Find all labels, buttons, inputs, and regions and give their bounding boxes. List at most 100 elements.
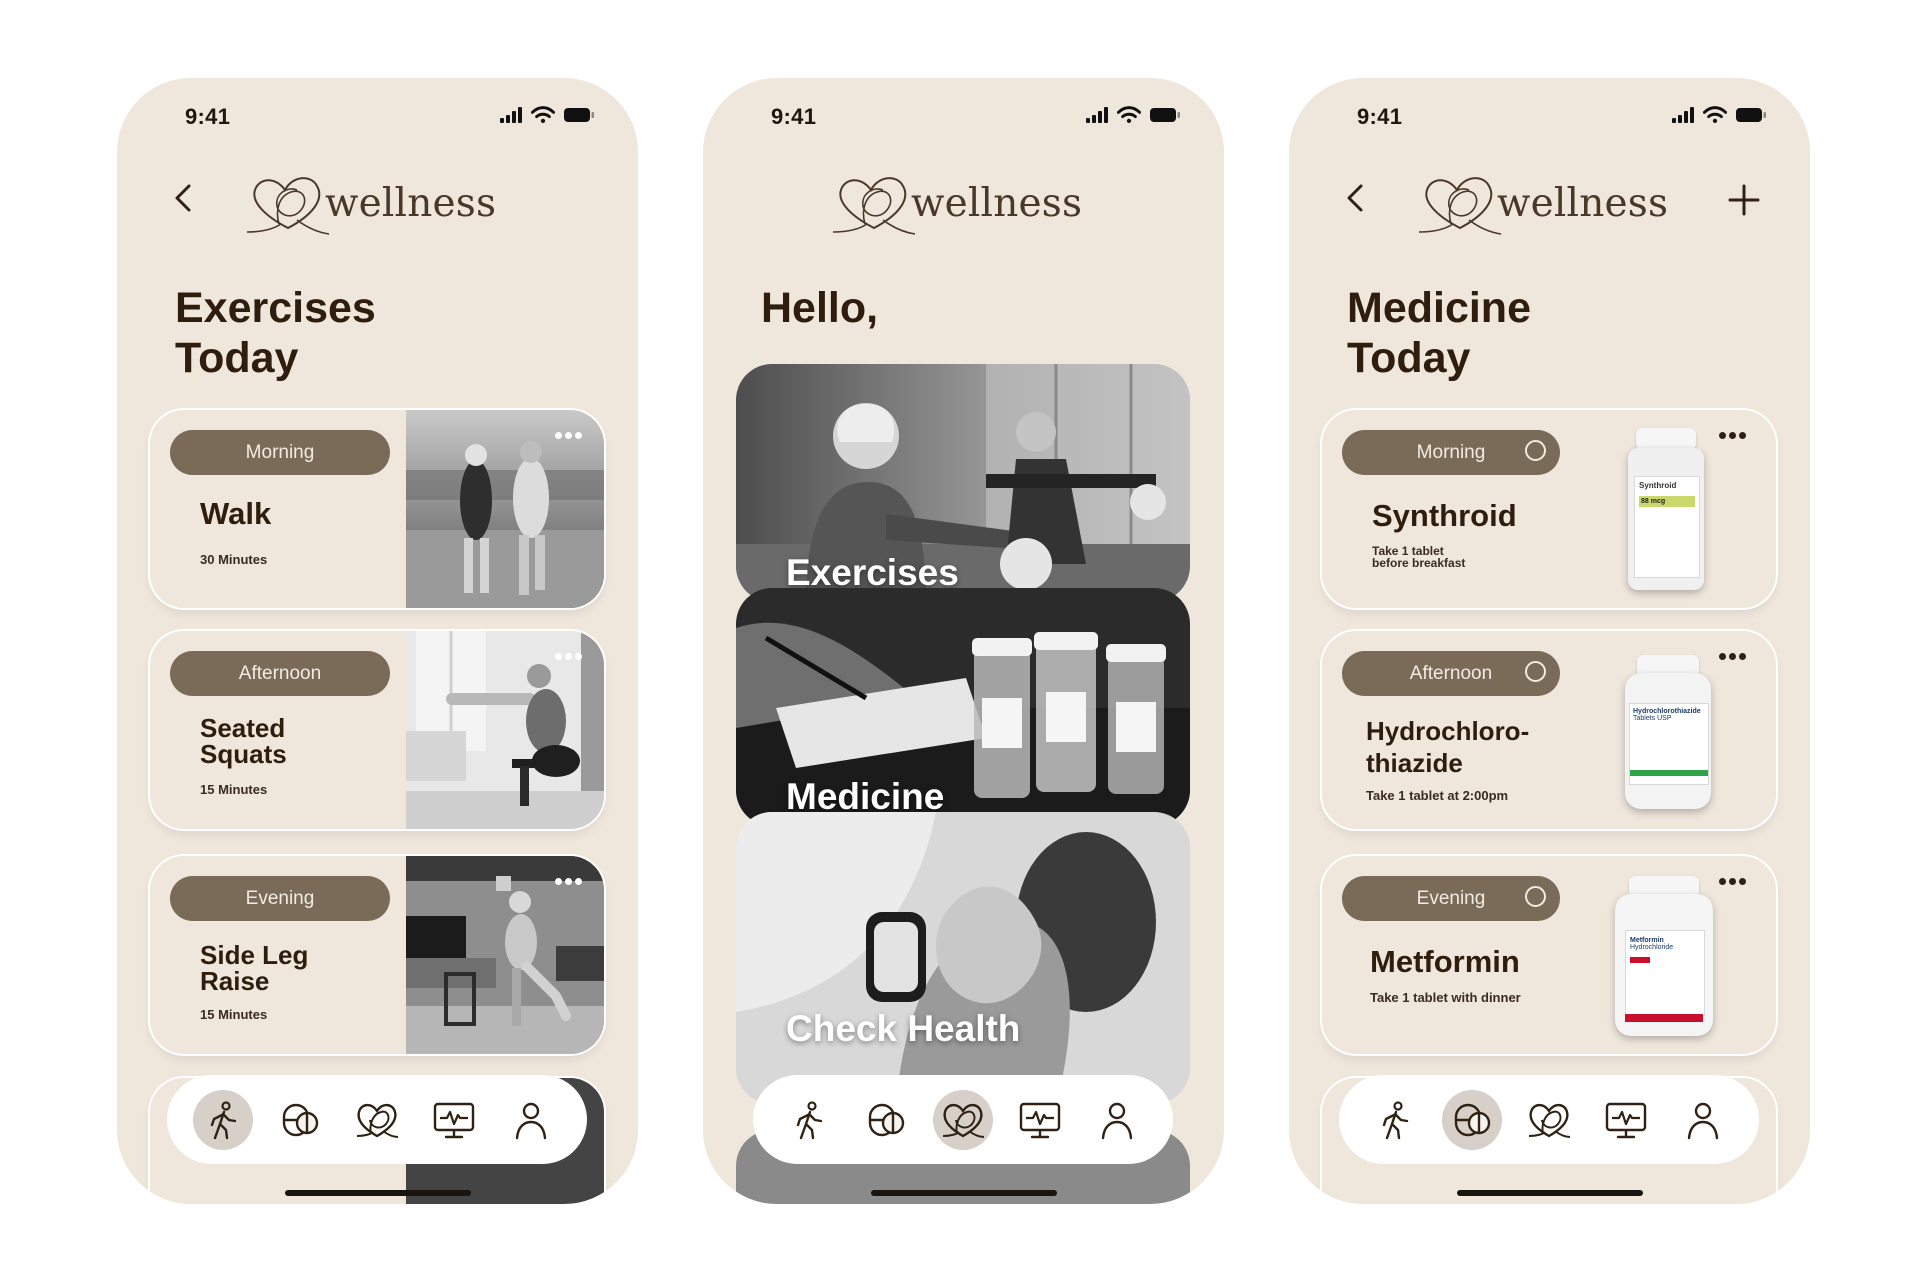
more-options-button[interactable] <box>555 653 582 660</box>
back-button[interactable] <box>1337 178 1377 218</box>
heart-wellness-icon <box>355 1100 399 1140</box>
heart-wellness-icon <box>941 1100 985 1140</box>
side-leg-raise-photo <box>406 856 604 1054</box>
tile-medicine[interactable]: Medicine <box>736 588 1190 826</box>
period-label: Morning <box>245 441 315 463</box>
hydrochlorothiazide-bottle-image: Hydrochlorothiazide Tablets USP <box>1625 655 1711 809</box>
nav-home[interactable] <box>1519 1090 1579 1150</box>
check-health-tile-photo <box>736 812 1190 1104</box>
status-icons <box>498 106 596 123</box>
nav-medicine[interactable] <box>1442 1089 1503 1150</box>
chevron-left-icon <box>175 184 191 212</box>
page-title: Exercises Today <box>175 283 376 383</box>
home-indicator[interactable] <box>1457 1190 1643 1196</box>
more-options-button[interactable] <box>1719 878 1746 885</box>
medicine-instructions: Take 1 tablet with dinner <box>1370 990 1521 1005</box>
logo-text: wellness <box>1497 180 1669 226</box>
bottle-label-text: Synthroid <box>1639 481 1677 490</box>
more-options-button[interactable] <box>1719 432 1746 439</box>
heart-logo-icon <box>1417 170 1503 240</box>
wellness-logo: wellness <box>831 170 1082 240</box>
nav-profile[interactable] <box>501 1090 561 1150</box>
nav-check-health[interactable] <box>424 1090 484 1150</box>
nav-profile[interactable] <box>1087 1090 1147 1150</box>
tile-exercises[interactable]: Exercises <box>736 364 1190 602</box>
synthroid-bottle-image: Synthroid 88 mcg <box>1628 428 1704 590</box>
medicine-title-line: Synthroid <box>1372 498 1517 533</box>
metformin-bottle-image: Metformin Hydrochloride <box>1615 876 1713 1036</box>
heart-monitor-icon <box>432 1100 476 1140</box>
exercise-title-line: Raise <box>200 966 270 996</box>
period-label: Evening <box>245 887 315 909</box>
logo-text: wellness <box>325 180 497 226</box>
medicine-title-line: Metformin <box>1370 944 1520 979</box>
exercise-title-line: Squats <box>200 739 287 769</box>
heart-wellness-icon <box>1527 1100 1571 1140</box>
nav-medicine[interactable] <box>270 1090 330 1150</box>
battery-icon <box>1734 107 1768 123</box>
heart-monitor-icon <box>1018 1100 1062 1140</box>
exercise-duration: 15 Minutes <box>200 782 268 797</box>
status-icons <box>1084 106 1182 123</box>
tile-check-health[interactable]: Check Health <box>736 812 1190 1104</box>
exercise-card-side-leg-raise[interactable]: Evening Side Leg Raise 15 Minutes <box>150 856 604 1054</box>
period-pill: Evening <box>1342 876 1560 921</box>
pill-capsules-icon <box>1452 1100 1492 1140</box>
period-pill: Morning <box>170 430 390 475</box>
wellness-logo: wellness <box>1417 170 1668 240</box>
nav-home[interactable] <box>347 1090 407 1150</box>
medicine-card-hydrochlorothiazide[interactable]: Afternoon Hydrochloro-thiazide Take 1 ta… <box>1322 631 1776 829</box>
back-button[interactable] <box>165 178 205 218</box>
tile-label: Check Health <box>786 1008 1021 1049</box>
add-medicine-button[interactable] <box>1724 180 1764 220</box>
period-label: Afternoon <box>238 662 322 684</box>
home-indicator[interactable] <box>285 1190 471 1196</box>
pill-capsules-icon <box>280 1100 320 1140</box>
walking-person-icon <box>1375 1100 1415 1140</box>
taken-checkbox[interactable] <box>1525 440 1546 461</box>
period-label: Afternoon <box>1409 662 1493 684</box>
exercise-title-line: Walk <box>200 496 272 531</box>
medicine-card-synthroid[interactable]: Morning Synthroid Take 1 tablet before br… <box>1322 410 1776 608</box>
medicine-instructions: Take 1 tablet at 2:00pm <box>1366 788 1509 803</box>
home-indicator[interactable] <box>871 1190 1057 1196</box>
nav-check-health[interactable] <box>1596 1090 1656 1150</box>
exercise-card-walk[interactable]: Morning Walk 30 Minutes <box>150 410 604 608</box>
phone-home-screen: 9:41 wellness Hello, Exercises Medicine … <box>703 78 1224 1204</box>
nav-profile[interactable] <box>1673 1090 1733 1150</box>
bottom-nav <box>753 1075 1173 1164</box>
page-title-line-2: Today <box>1347 334 1471 382</box>
page-title-line-1: Exercises <box>175 284 376 332</box>
logo-text: wellness <box>911 180 1083 226</box>
more-options-button[interactable] <box>555 878 582 885</box>
taken-checkbox[interactable] <box>1525 886 1546 907</box>
bottle-label-text: 88 mcg <box>1639 496 1695 507</box>
battery-icon <box>562 107 596 123</box>
nav-exercises[interactable] <box>1365 1090 1425 1150</box>
exercise-card-seated-squats[interactable]: Afternoon Seated Squats 15 Minutes <box>150 631 604 829</box>
medicine-title-line: thiazide <box>1366 748 1463 778</box>
heart-monitor-icon <box>1604 1100 1648 1140</box>
medicine-title-line: Hydrochloro- <box>1366 716 1530 746</box>
signal-icon <box>1084 107 1110 123</box>
period-pill: Afternoon <box>170 651 390 696</box>
more-options-button[interactable] <box>1719 653 1746 660</box>
wifi-icon <box>1117 106 1141 123</box>
more-options-button[interactable] <box>555 432 582 439</box>
bottle-label-text: Metformin <box>1630 937 1664 944</box>
wifi-icon <box>1703 106 1727 123</box>
page-title: Medicine Today <box>1347 283 1531 383</box>
nav-exercises[interactable] <box>193 1089 254 1150</box>
heart-logo-icon <box>245 170 331 240</box>
bottom-nav <box>1339 1075 1759 1164</box>
period-pill: Morning <box>1342 430 1560 475</box>
nav-medicine[interactable] <box>856 1090 916 1150</box>
nav-check-health[interactable] <box>1010 1090 1070 1150</box>
taken-checkbox[interactable] <box>1525 661 1546 682</box>
medicine-card-metformin[interactable]: Evening Metformin Take 1 tablet with din… <box>1322 856 1776 1054</box>
signal-icon <box>1670 107 1696 123</box>
profile-person-icon <box>1097 1100 1137 1140</box>
nav-exercises[interactable] <box>779 1090 839 1150</box>
status-time: 9:41 <box>771 104 817 129</box>
nav-home[interactable] <box>932 1089 993 1150</box>
